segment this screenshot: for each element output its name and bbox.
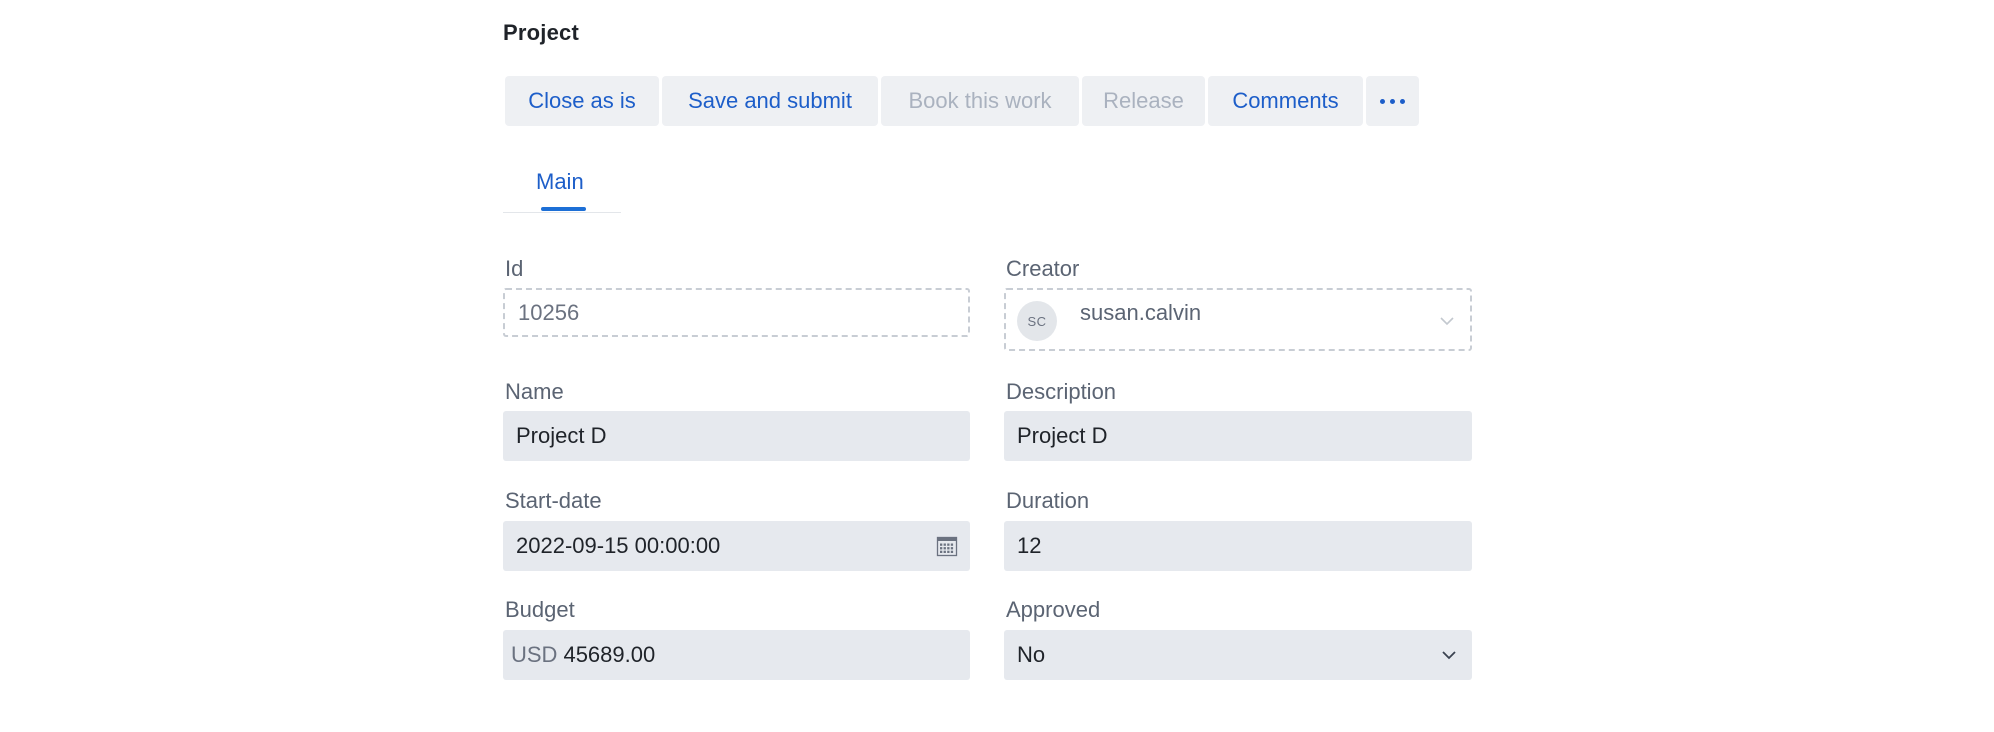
start-date-value: 2022-09-15 00:00:00: [516, 533, 721, 558]
creator-field: SC susan.calvin: [1004, 288, 1472, 351]
budget-input[interactable]: USD 45689.00: [503, 630, 970, 680]
avatar: SC: [1017, 301, 1057, 341]
chevron-down-icon: [1442, 651, 1456, 660]
name-input[interactable]: Project D: [503, 411, 970, 461]
description-label: Description: [1006, 379, 1117, 404]
tab-main[interactable]: Main: [536, 169, 584, 195]
id-value: 10256: [518, 299, 580, 325]
duration-label: Duration: [1006, 488, 1090, 513]
id-label: Id: [505, 256, 524, 281]
description-input[interactable]: Project D: [1004, 411, 1472, 461]
action-toolbar: Close as is Save and submit Book this wo…: [505, 76, 1419, 126]
release-button[interactable]: Release: [1082, 76, 1205, 126]
close-as-is-button[interactable]: Close as is: [505, 76, 659, 126]
duration-value: 12: [1017, 533, 1042, 558]
currency-prefix: USD: [511, 642, 558, 667]
comments-button[interactable]: Comments: [1208, 76, 1363, 126]
tab-bar: Main: [503, 166, 621, 213]
budget-value: 45689.00: [563, 642, 656, 667]
duration-input[interactable]: 12: [1004, 521, 1472, 571]
chevron-down-icon: [1440, 317, 1454, 326]
calendar-icon[interactable]: [936, 535, 958, 557]
approved-label: Approved: [1006, 597, 1101, 622]
book-this-work-button[interactable]: Book this work: [881, 76, 1079, 126]
approved-value: No: [1017, 642, 1046, 667]
start-date-input[interactable]: 2022-09-15 00:00:00: [503, 521, 970, 571]
more-horizontal-icon: [1380, 98, 1405, 104]
save-and-submit-button[interactable]: Save and submit: [662, 76, 878, 126]
approved-select[interactable]: No: [1004, 630, 1472, 680]
description-value: Project D: [1017, 423, 1108, 448]
id-field: 10256: [503, 288, 970, 337]
creator-value: susan.calvin: [1080, 300, 1202, 325]
creator-label: Creator: [1006, 256, 1080, 281]
start-date-label: Start-date: [505, 488, 602, 513]
active-tab-indicator: [541, 207, 586, 211]
budget-label: Budget: [505, 597, 575, 622]
name-label: Name: [505, 379, 564, 404]
page-title: Project: [503, 20, 579, 45]
project-form-page: Project Close as is Save and submit Book…: [0, 0, 1994, 732]
name-value: Project D: [516, 423, 607, 448]
more-actions-button[interactable]: [1366, 76, 1419, 126]
